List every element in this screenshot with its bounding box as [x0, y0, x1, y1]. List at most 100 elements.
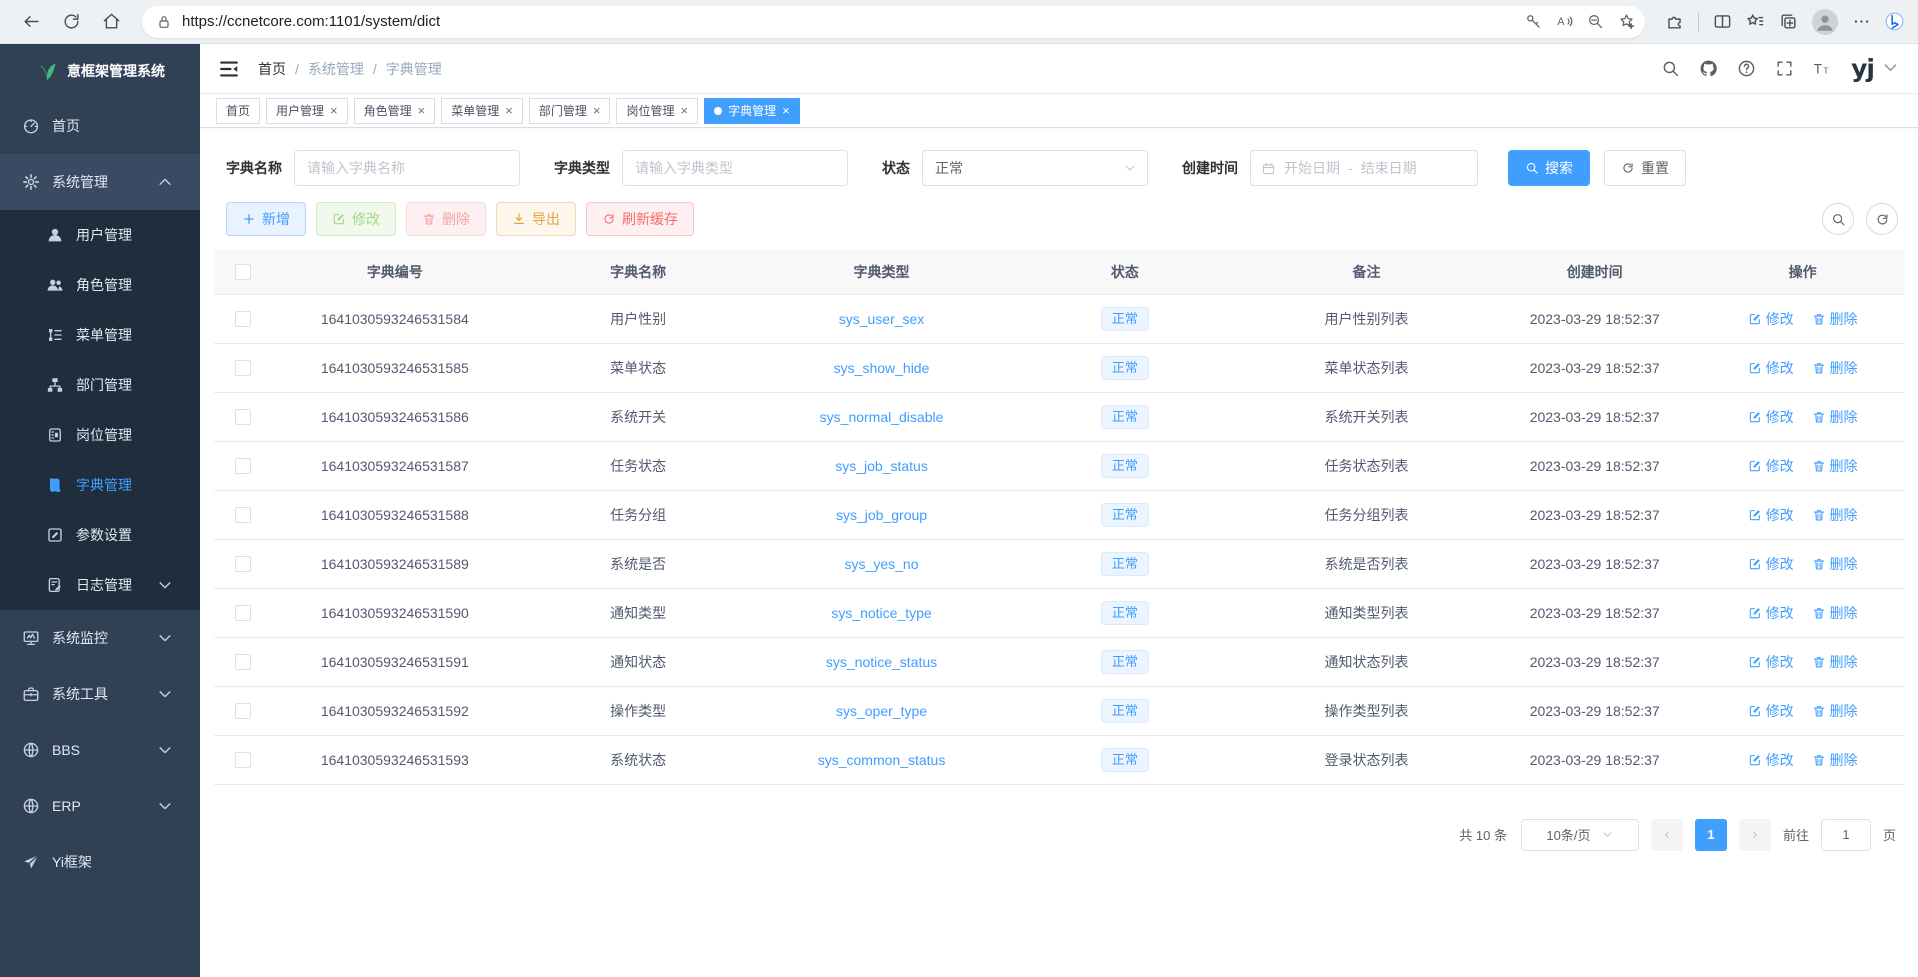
view-tab[interactable]: 用户管理 × — [266, 98, 348, 124]
user-logo[interactable]: yj — [1851, 56, 1874, 81]
sidebar-item[interactable]: 首页 — [0, 98, 200, 154]
dict-type-link[interactable]: sys_common_status — [818, 752, 946, 768]
reset-button[interactable]: 重置 — [1604, 150, 1686, 186]
view-tab[interactable]: 菜单管理 × — [441, 98, 523, 124]
dict-type-link[interactable]: sys_show_hide — [834, 360, 930, 376]
header-search-icon[interactable] — [1661, 59, 1680, 78]
row-delete-link[interactable]: 删除 — [1812, 750, 1858, 770]
goto-page-input[interactable] — [1821, 819, 1871, 851]
row-edit-link[interactable]: 修改 — [1748, 407, 1794, 427]
tab-close-icon[interactable]: × — [418, 104, 426, 117]
row-delete-link[interactable]: 删除 — [1812, 554, 1858, 574]
browser-refresh-button[interactable] — [54, 5, 88, 39]
row-delete-link[interactable]: 删除 — [1812, 652, 1858, 672]
browser-menu-icon[interactable] — [1852, 12, 1871, 31]
dict-type-link[interactable]: sys_job_status — [835, 458, 928, 474]
sidebar-subitem[interactable]: 部门管理 — [0, 360, 200, 410]
toggle-search-button[interactable] — [1822, 203, 1854, 235]
row-checkbox[interactable] — [235, 703, 251, 719]
row-edit-link[interactable]: 修改 — [1748, 505, 1794, 525]
sidebar-subitem[interactable]: 角色管理 — [0, 260, 200, 310]
create-time-range-picker[interactable]: 开始日期 - 结束日期 — [1250, 150, 1478, 186]
browser-back-button[interactable] — [14, 5, 48, 39]
sidebar-item[interactable]: Yi框架 — [0, 834, 200, 890]
row-checkbox[interactable] — [235, 556, 251, 572]
dict-type-input[interactable] — [622, 150, 848, 186]
refresh-cache-button[interactable]: 刷新缓存 — [586, 202, 694, 236]
fullscreen-icon[interactable] — [1775, 59, 1794, 78]
password-icon[interactable] — [1525, 13, 1542, 30]
row-edit-link[interactable]: 修改 — [1748, 456, 1794, 476]
browser-home-button[interactable] — [94, 5, 128, 39]
tab-close-icon[interactable]: × — [330, 104, 338, 117]
add-button[interactable]: 新增 — [226, 202, 306, 236]
export-button[interactable]: 导出 — [496, 202, 576, 236]
sidebar-subitem[interactable]: 日志管理 — [0, 560, 200, 610]
address-bar[interactable]: https://ccnetcore.com:1101/system/dict A — [142, 6, 1645, 38]
row-edit-link[interactable]: 修改 — [1748, 652, 1794, 672]
add-favorite-icon[interactable] — [1618, 13, 1635, 30]
sidebar-item[interactable]: ERP — [0, 778, 200, 834]
refresh-table-button[interactable] — [1866, 203, 1898, 235]
view-tab[interactable]: 字典管理 × — [704, 98, 800, 124]
tab-close-icon[interactable]: × — [782, 104, 790, 117]
dict-type-link[interactable]: sys_notice_status — [826, 654, 937, 670]
row-delete-link[interactable]: 删除 — [1812, 407, 1858, 427]
sidebar-item[interactable]: BBS — [0, 722, 200, 778]
next-page-button[interactable]: › — [1739, 819, 1771, 851]
sidebar-subitem[interactable]: 用户管理 — [0, 210, 200, 260]
row-checkbox[interactable] — [235, 654, 251, 670]
dict-type-link[interactable]: sys_oper_type — [836, 703, 927, 719]
prev-page-button[interactable]: ‹ — [1651, 819, 1683, 851]
row-edit-link[interactable]: 修改 — [1748, 554, 1794, 574]
sidebar-subitem[interactable]: 字典管理 — [0, 460, 200, 510]
help-icon[interactable] — [1737, 59, 1756, 78]
sidebar-fold-icon[interactable] — [218, 58, 240, 80]
tab-close-icon[interactable]: × — [505, 104, 513, 117]
page-number-button[interactable]: 1 — [1695, 819, 1727, 851]
dict-name-input[interactable] — [294, 150, 520, 186]
page-size-select[interactable]: 10条/页 — [1521, 819, 1639, 851]
row-edit-link[interactable]: 修改 — [1748, 750, 1794, 770]
user-menu-caret-icon[interactable] — [1881, 58, 1900, 77]
bing-icon[interactable] — [1885, 12, 1904, 31]
view-tab[interactable]: 部门管理 × — [529, 98, 611, 124]
row-checkbox[interactable] — [235, 605, 251, 621]
row-checkbox[interactable] — [235, 458, 251, 474]
row-edit-link[interactable]: 修改 — [1748, 701, 1794, 721]
extensions-icon[interactable] — [1665, 12, 1684, 31]
select-all-checkbox[interactable] — [235, 264, 251, 280]
row-delete-link[interactable]: 删除 — [1812, 505, 1858, 525]
row-delete-link[interactable]: 删除 — [1812, 358, 1858, 378]
sidebar-subitem[interactable]: 菜单管理 — [0, 310, 200, 360]
row-delete-link[interactable]: 删除 — [1812, 701, 1858, 721]
dict-type-link[interactable]: sys_user_sex — [839, 311, 925, 327]
row-delete-link[interactable]: 删除 — [1812, 603, 1858, 623]
search-button[interactable]: 搜索 — [1508, 150, 1590, 186]
app-logo[interactable]: 意框架管理系统 — [0, 44, 200, 98]
view-tab[interactable]: 角色管理 × — [354, 98, 436, 124]
row-edit-link[interactable]: 修改 — [1748, 358, 1794, 378]
row-checkbox[interactable] — [235, 507, 251, 523]
sidebar-subitem[interactable]: 岗位管理 — [0, 410, 200, 460]
row-edit-link[interactable]: 修改 — [1748, 603, 1794, 623]
row-checkbox[interactable] — [235, 311, 251, 327]
favorites-icon[interactable] — [1746, 12, 1765, 31]
sidebar-subitem[interactable]: 参数设置 — [0, 510, 200, 560]
profile-avatar[interactable] — [1812, 9, 1838, 35]
row-edit-link[interactable]: 修改 — [1748, 309, 1794, 329]
view-tab[interactable]: 首页 — [216, 98, 260, 124]
row-checkbox[interactable] — [235, 360, 251, 376]
edit-button[interactable]: 修改 — [316, 202, 396, 236]
zoom-out-icon[interactable] — [1587, 13, 1604, 30]
sidebar-item[interactable]: 系统监控 — [0, 610, 200, 666]
collections-icon[interactable] — [1779, 12, 1798, 31]
sidebar-item[interactable]: 系统工具 — [0, 666, 200, 722]
view-tab[interactable]: 岗位管理 × — [616, 98, 698, 124]
breadcrumb-system[interactable]: 系统管理 — [308, 59, 364, 79]
sidebar-item[interactable]: 系统管理 — [0, 154, 200, 210]
tab-close-icon[interactable]: × — [593, 104, 601, 117]
read-aloud-icon[interactable]: A — [1556, 13, 1573, 30]
dict-type-link[interactable]: sys_notice_type — [831, 605, 931, 621]
dict-type-link[interactable]: sys_yes_no — [845, 556, 919, 572]
